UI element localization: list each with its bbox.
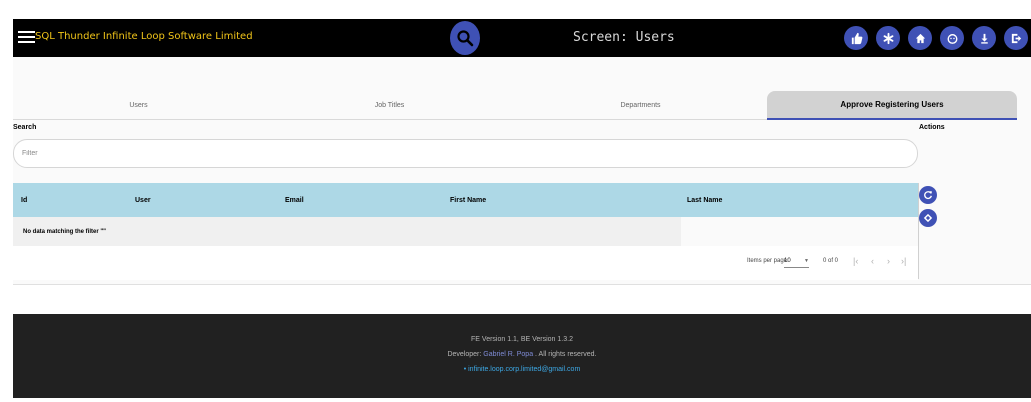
developer-prefix: Developer: — [447, 351, 484, 358]
bullet: • — [463, 366, 467, 373]
users-table: Id User Email First Name Last Name No da… — [13, 183, 918, 280]
version-text: FE Version 1.1, BE Version 1.3.2 — [471, 336, 573, 343]
rights-text: . All rights reserved. — [533, 351, 597, 358]
search-icon — [457, 30, 474, 47]
items-per-page-label: Items per page: — [747, 258, 789, 264]
dropdown-arrow-icon: ▼ — [804, 257, 809, 264]
first-page-icon[interactable]: |‹ — [853, 256, 858, 266]
column-header-id[interactable]: Id — [21, 183, 27, 217]
range-label: 0 of 0 — [823, 258, 839, 264]
brand-title[interactable]: SQL Thunder Infinite Loop Software Limit… — [35, 31, 253, 42]
top-toolbar: SQL Thunder Infinite Loop Software Limit… — [13, 19, 1031, 57]
column-header-user[interactable]: User — [135, 183, 151, 217]
email-link[interactable]: infinite.loop.corp.limited@gmail.com — [468, 366, 580, 373]
refresh-icon — [924, 191, 932, 200]
next-page-icon[interactable]: › — [887, 256, 890, 266]
filter-input[interactable] — [22, 150, 882, 157]
thumbs-up-button[interactable] — [844, 26, 868, 50]
face-icon — [947, 33, 957, 44]
empty-table-row: No data matching the filter "" — [13, 217, 681, 246]
actions-label: Actions — [919, 124, 945, 131]
last-page-icon[interactable]: ›| — [901, 256, 906, 266]
home-button[interactable] — [908, 26, 932, 50]
asterisk-button[interactable] — [876, 26, 900, 50]
tab-users[interactable]: Users — [13, 91, 264, 120]
column-header-email[interactable]: Email — [285, 183, 304, 217]
developer-link[interactable]: Gabriel R. Popa — [483, 351, 533, 358]
tab-approve-registering-users[interactable]: Approve Registering Users — [767, 91, 1017, 120]
face-button[interactable] — [940, 26, 964, 50]
column-header-last-name[interactable]: Last Name — [687, 183, 722, 217]
approve-button[interactable] — [919, 209, 937, 227]
download-icon — [980, 33, 988, 44]
email-line: • infinite.loop.corp.limited@gmail.com — [13, 366, 1031, 373]
previous-page-icon[interactable]: ‹ — [871, 256, 874, 266]
logout-icon — [1011, 33, 1021, 43]
page-size-value: 10 — [784, 257, 791, 264]
screen-title: Screen: Users — [573, 30, 675, 45]
search-button[interactable] — [450, 21, 480, 55]
tab-job-titles[interactable]: Job Titles — [264, 91, 515, 120]
developer-line: Developer: Gabriel R. Popa . All rights … — [13, 351, 1031, 358]
home-icon — [915, 33, 925, 43]
tab-departments[interactable]: Departments — [515, 91, 766, 120]
logout-button[interactable] — [1004, 26, 1028, 50]
table-header-row: Id User Email First Name Last Name — [13, 183, 918, 217]
asterisk-icon — [883, 32, 893, 44]
tab-bar: Users Job Titles Departments Approve Reg… — [13, 91, 1017, 120]
filter-field[interactable] — [13, 139, 918, 168]
gavel-icon — [923, 213, 933, 223]
footer: FE Version 1.1, BE Version 1.3.2 Develop… — [13, 314, 1031, 398]
app-frame: SQL Thunder Infinite Loop Software Limit… — [0, 0, 1031, 402]
thumbs-up-icon — [851, 32, 862, 44]
download-button[interactable] — [972, 26, 996, 50]
page-size-select[interactable]: 10 ▼ — [784, 254, 809, 268]
column-header-first-name[interactable]: First Name — [450, 183, 486, 217]
search-label: Search — [13, 124, 37, 131]
refresh-button[interactable] — [919, 186, 937, 204]
users-panel: Users Job Titles Departments Approve Reg… — [13, 57, 1031, 285]
menu-icon[interactable] — [18, 30, 35, 45]
paginator: Items per page: 10 ▼ 0 of 0 |‹ ‹ › ›| — [13, 246, 918, 280]
